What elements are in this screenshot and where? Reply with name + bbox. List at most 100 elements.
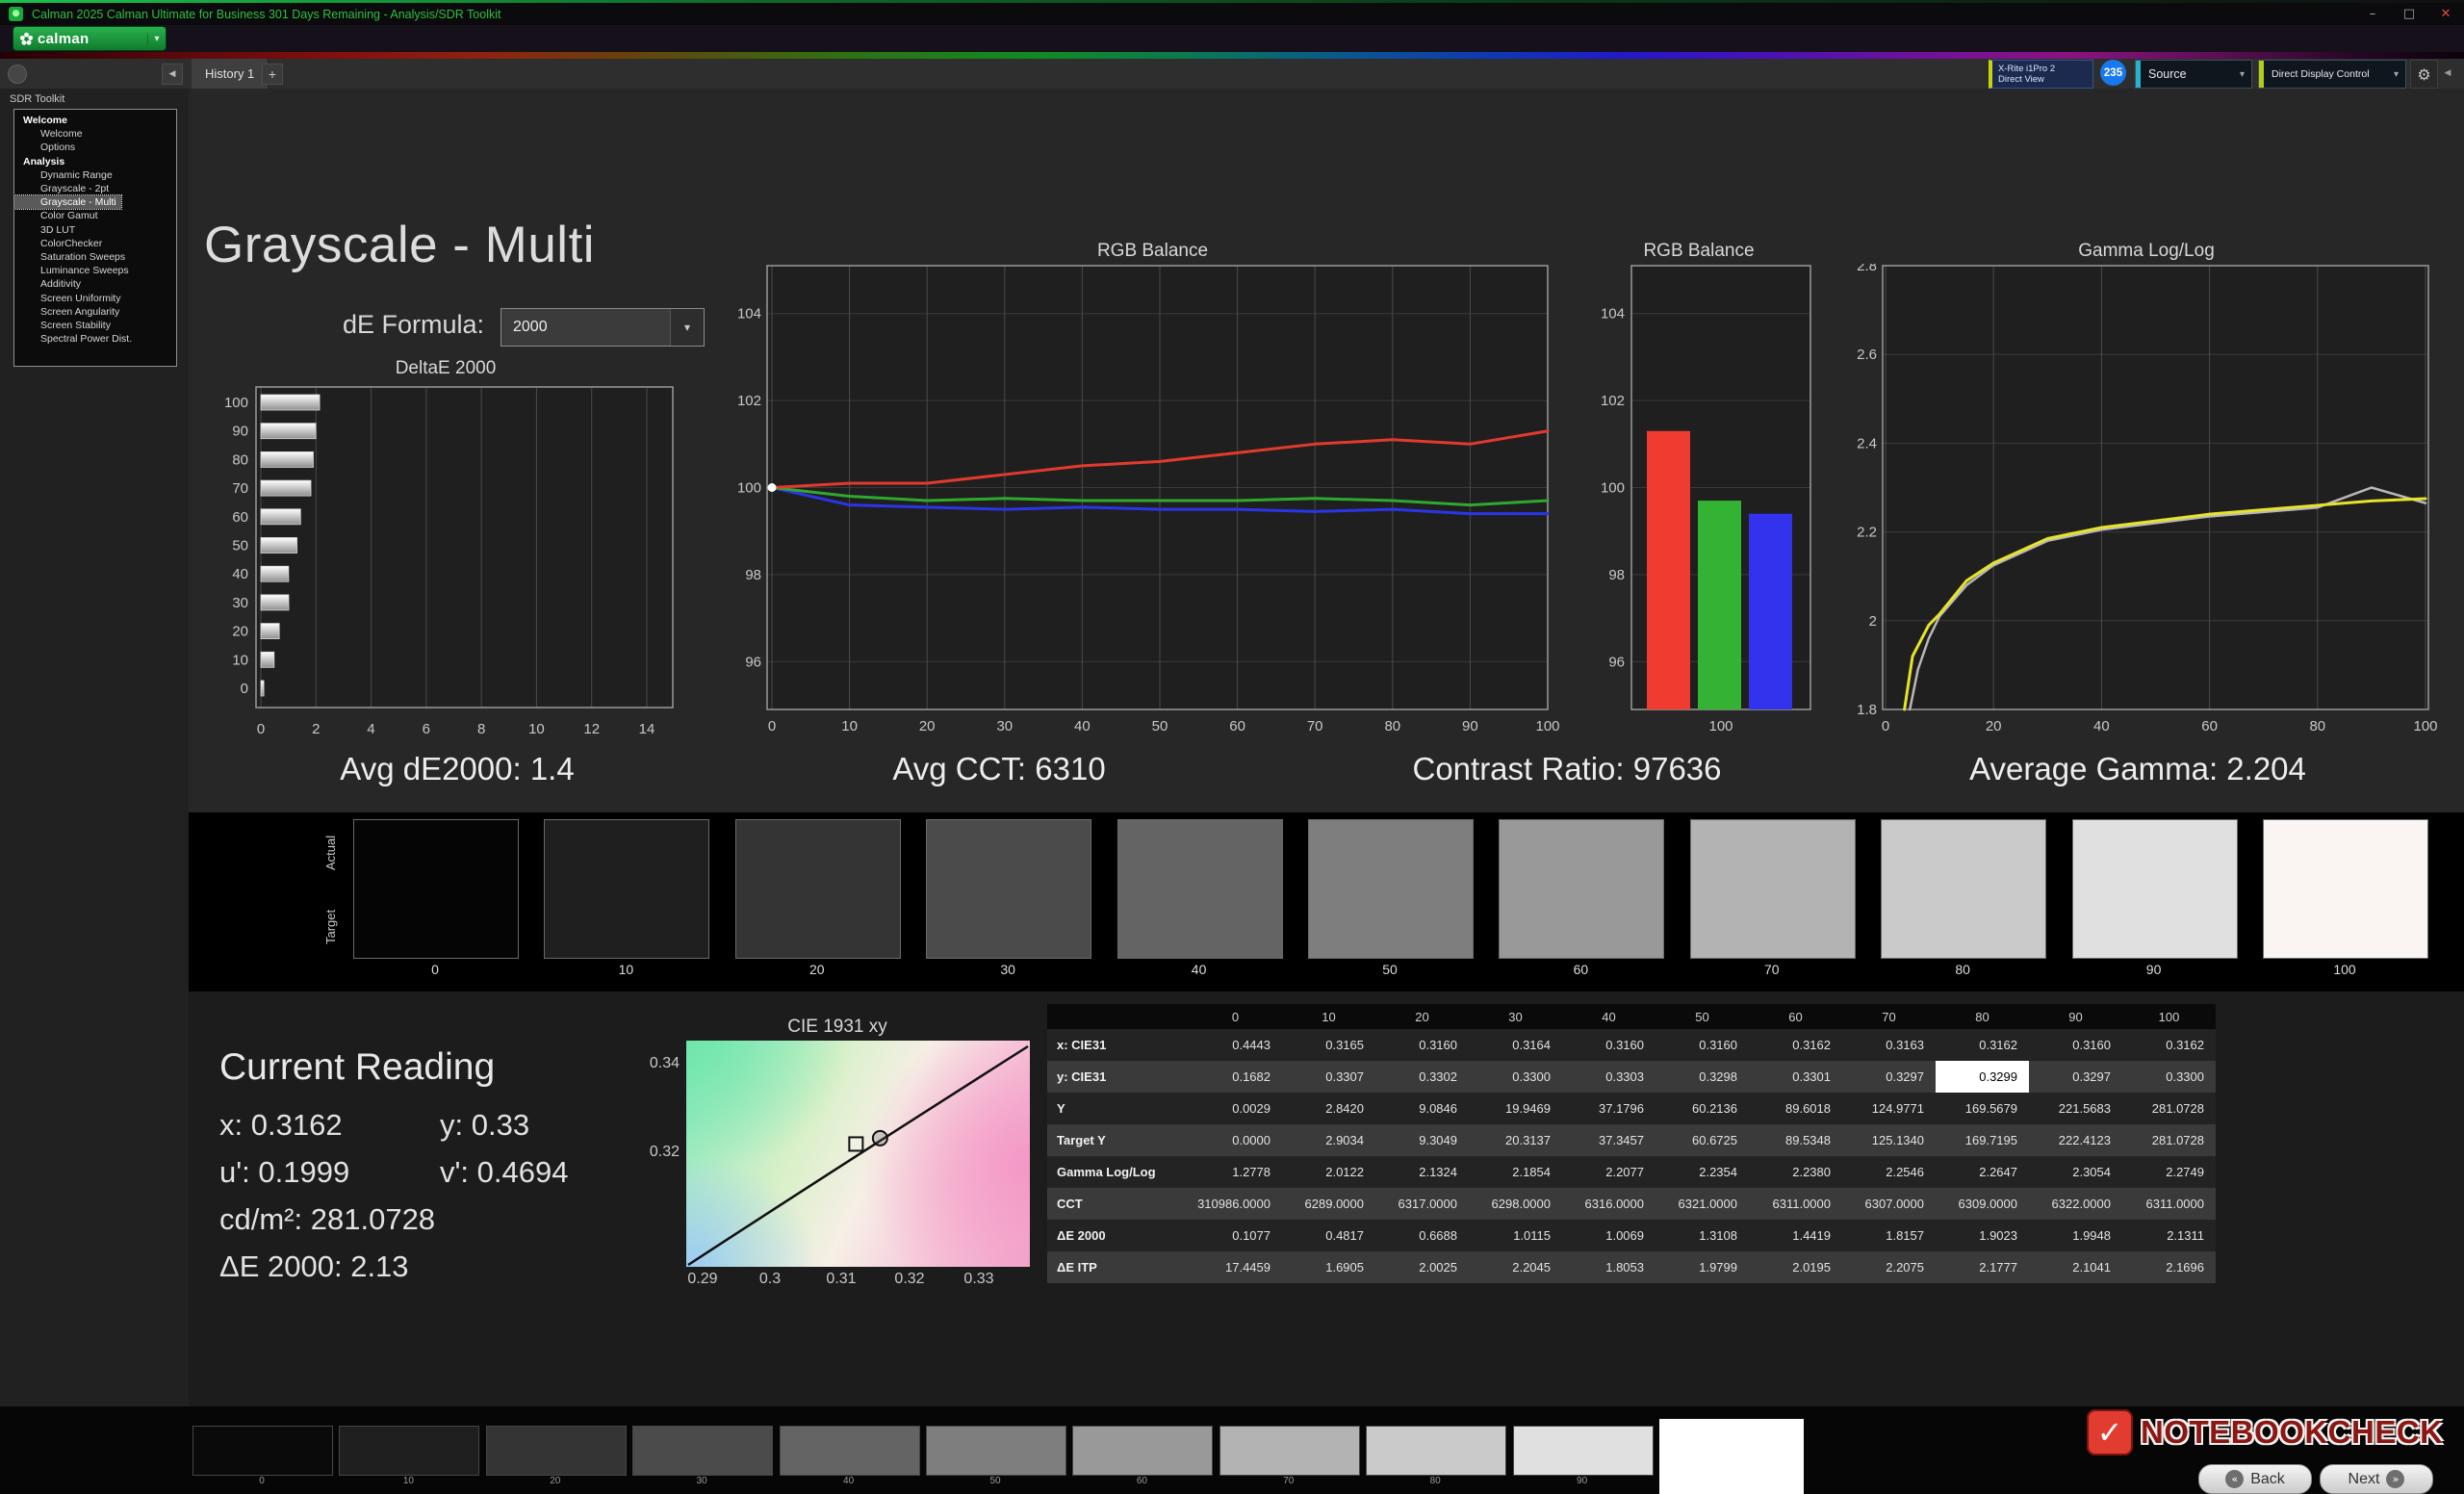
table-cell[interactable]: 0.3162 — [1936, 1029, 2029, 1061]
table-cell[interactable]: 6298.0000 — [1469, 1188, 1562, 1220]
table-cell[interactable]: 6311.0000 — [1749, 1188, 1842, 1220]
patch-90[interactable] — [1513, 1426, 1654, 1476]
table-cell[interactable]: 125.1340 — [1842, 1124, 1936, 1156]
table-cell[interactable]: 0.3165 — [1282, 1029, 1375, 1061]
collapse-right-button[interactable]: ◀ — [2439, 60, 2456, 87]
patch-60[interactable] — [1072, 1426, 1213, 1476]
table-cell[interactable]: 0.3297 — [2029, 1061, 2122, 1093]
close-button[interactable]: ✕ — [2427, 3, 2464, 25]
sidebar-item-screen-uniformity[interactable]: Screen Uniformity — [14, 292, 176, 305]
table-cell[interactable]: 6289.0000 — [1282, 1188, 1375, 1220]
table-cell[interactable]: 19.9469 — [1469, 1093, 1562, 1124]
table-cell[interactable]: 1.0069 — [1562, 1220, 1656, 1251]
sidebar-item-screen-angularity[interactable]: Screen Angularity — [14, 305, 176, 319]
back-button[interactable]: « Back — [2198, 1464, 2312, 1494]
table-cell[interactable]: 2.8420 — [1282, 1093, 1375, 1124]
sidebar-item-analysis[interactable]: Analysis — [14, 155, 176, 168]
table-cell[interactable]: 0.3303 — [1562, 1061, 1656, 1093]
table-cell[interactable]: 1.0115 — [1469, 1220, 1562, 1251]
sidebar-item-color-gamut[interactable]: Color Gamut — [14, 209, 176, 222]
sidebar-item-screen-stability[interactable]: Screen Stability — [14, 319, 176, 332]
minimize-button[interactable]: – — [2354, 3, 2391, 25]
source-dropdown[interactable]: Source ▾ — [2135, 60, 2252, 89]
gear-icon[interactable]: ⚙ — [2410, 60, 2438, 89]
table-cell[interactable]: 0.3298 — [1656, 1061, 1749, 1093]
tab-history-1[interactable]: History 1 — [192, 59, 269, 89]
table-cell[interactable]: 2.2749 — [2122, 1156, 2216, 1188]
table-cell[interactable]: 1.9799 — [1656, 1251, 1749, 1283]
table-cell[interactable]: 89.5348 — [1749, 1124, 1842, 1156]
table-cell[interactable]: 1.9023 — [1936, 1220, 2029, 1251]
table-cell[interactable]: 2.1696 — [2122, 1251, 2216, 1283]
table-cell[interactable]: 89.6018 — [1749, 1093, 1842, 1124]
sidebar-item-welcome[interactable]: Welcome — [14, 127, 176, 141]
patch-80[interactable] — [1366, 1426, 1506, 1476]
meter-button[interactable]: X-Rite i1Pro 2 Direct View — [1989, 60, 2093, 89]
table-cell[interactable]: 310986.0000 — [1189, 1188, 1282, 1220]
patch-40[interactable] — [780, 1426, 920, 1476]
table-cell[interactable]: 169.5679 — [1936, 1093, 2029, 1124]
table-cell[interactable]: 0.3162 — [2122, 1029, 2216, 1061]
table-cell[interactable]: 0.3163 — [1842, 1029, 1936, 1061]
table-cell[interactable]: 6316.0000 — [1562, 1188, 1656, 1220]
table-cell[interactable]: 0.3160 — [1375, 1029, 1469, 1061]
patch-70[interactable] — [1219, 1426, 1360, 1476]
table-cell[interactable]: 60.6725 — [1656, 1124, 1749, 1156]
table-cell[interactable]: 2.2354 — [1656, 1156, 1749, 1188]
table-cell[interactable]: 2.2647 — [1936, 1156, 2029, 1188]
patch-30[interactable] — [632, 1426, 773, 1476]
table-cell[interactable]: 2.3054 — [2029, 1156, 2122, 1188]
table-cell[interactable]: 2.2045 — [1469, 1251, 1562, 1283]
patch-50[interactable] — [926, 1426, 1066, 1476]
table-cell[interactable]: 2.2546 — [1842, 1156, 1936, 1188]
table-cell[interactable]: 6311.0000 — [2122, 1188, 2216, 1220]
patch-0[interactable] — [192, 1426, 333, 1476]
table-cell[interactable]: 1.2778 — [1189, 1156, 1282, 1188]
table-cell[interactable]: 2.1854 — [1469, 1156, 1562, 1188]
table-cell[interactable]: 0.3302 — [1375, 1061, 1469, 1093]
sidebar-item-spectral-power-dist[interactable]: Spectral Power Dist. — [14, 332, 176, 346]
table-cell[interactable]: 6309.0000 — [1936, 1188, 2029, 1220]
table-cell[interactable]: 0.3300 — [1469, 1061, 1562, 1093]
display-control-dropdown[interactable]: Direct Display Control ▾ — [2258, 60, 2406, 89]
table-cell[interactable]: 0.3299 — [1936, 1061, 2029, 1093]
table-cell[interactable]: 6307.0000 — [1842, 1188, 1936, 1220]
table-cell[interactable]: 0.3160 — [1562, 1029, 1656, 1061]
table-cell[interactable]: 222.4123 — [2029, 1124, 2122, 1156]
table-cell[interactable]: 2.1311 — [2122, 1220, 2216, 1251]
table-cell[interactable]: 60.2136 — [1656, 1093, 1749, 1124]
table-cell[interactable]: 0.3160 — [2029, 1029, 2122, 1061]
table-cell[interactable]: 124.9771 — [1842, 1093, 1936, 1124]
table-cell[interactable]: 0.3297 — [1842, 1061, 1936, 1093]
sidebar-item-options[interactable]: Options — [14, 141, 176, 154]
table-cell[interactable]: 2.1041 — [2029, 1251, 2122, 1283]
table-cell[interactable]: 2.9034 — [1282, 1124, 1375, 1156]
table-cell[interactable]: 1.6905 — [1282, 1251, 1375, 1283]
table-cell[interactable]: 20.3137 — [1469, 1124, 1562, 1156]
table-cell[interactable]: 0.0029 — [1189, 1093, 1282, 1124]
sidebar-item-colorchecker[interactable]: ColorChecker — [14, 237, 176, 250]
table-cell[interactable]: 37.3457 — [1562, 1124, 1656, 1156]
table-cell[interactable]: 37.1796 — [1562, 1093, 1656, 1124]
table-cell[interactable]: 9.0846 — [1375, 1093, 1469, 1124]
table-cell[interactable]: 1.3108 — [1656, 1220, 1749, 1251]
table-cell[interactable]: 2.1324 — [1375, 1156, 1469, 1188]
calman-logo-button[interactable]: calman ▾ — [13, 27, 166, 50]
table-cell[interactable]: 221.5683 — [2029, 1093, 2122, 1124]
sidebar-item-welcome[interactable]: Welcome — [14, 114, 176, 127]
table-cell[interactable]: 0.3300 — [2122, 1061, 2216, 1093]
table-cell[interactable]: 2.0195 — [1749, 1251, 1842, 1283]
table-cell[interactable]: 1.4419 — [1749, 1220, 1842, 1251]
table-cell[interactable]: 281.0728 — [2122, 1093, 2216, 1124]
table-cell[interactable]: 0.1682 — [1189, 1061, 1282, 1093]
patch-20[interactable] — [486, 1426, 627, 1476]
table-cell[interactable]: 0.6688 — [1375, 1220, 1469, 1251]
table-cell[interactable]: 17.4459 — [1189, 1251, 1282, 1283]
table-cell[interactable]: 0.3301 — [1749, 1061, 1842, 1093]
table-cell[interactable]: 2.2077 — [1562, 1156, 1656, 1188]
table-cell[interactable]: 6322.0000 — [2029, 1188, 2122, 1220]
table-cell[interactable]: 1.9948 — [2029, 1220, 2122, 1251]
table-cell[interactable]: 0.3307 — [1282, 1061, 1375, 1093]
sidebar-item-3d-lut[interactable]: 3D LUT — [14, 223, 176, 237]
table-cell[interactable]: 2.0122 — [1282, 1156, 1375, 1188]
